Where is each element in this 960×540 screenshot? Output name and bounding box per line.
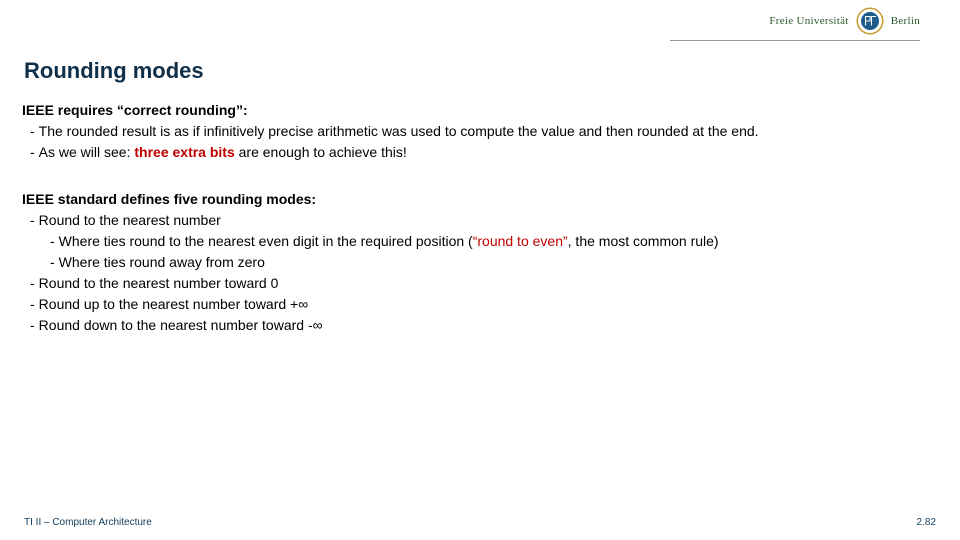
slide-title: Rounding modes bbox=[24, 58, 204, 84]
subbullet-round-to-even: - Where ties round to the nearest even d… bbox=[50, 231, 930, 252]
bullet-round-toward-zero: - Round to the nearest number toward 0 bbox=[30, 273, 930, 294]
bullet-round-nearest: - Round to the nearest number bbox=[30, 210, 930, 231]
bullet-text: Where ties round to the nearest even dig… bbox=[59, 231, 930, 252]
section1-lead: IEEE requires “correct rounding”: bbox=[22, 100, 930, 121]
bullet-extra-bits: - As we will see: three extra bits are e… bbox=[30, 142, 930, 163]
footer-course: TI II – Computer Architecture bbox=[24, 517, 152, 528]
dash-icon: - bbox=[30, 315, 35, 336]
slide-body: IEEE requires “correct rounding”: - The … bbox=[22, 100, 930, 336]
highlight-round-to-even: “round to even” bbox=[473, 233, 568, 249]
bullet-text: The rounded result is as if infinitively… bbox=[39, 121, 930, 142]
logo-text-left: Freie Universität bbox=[769, 15, 848, 27]
bullet-round-down: - Round down to the nearest number towar… bbox=[30, 315, 930, 336]
bullet-text: Round to the nearest number toward 0 bbox=[39, 273, 930, 294]
logo-text-right: Berlin bbox=[891, 15, 920, 27]
dash-icon: - bbox=[30, 142, 35, 163]
bullet-text: Where ties round away from zero bbox=[59, 252, 930, 273]
dash-icon: - bbox=[30, 294, 35, 315]
section-rounding-modes: IEEE standard defines five rounding mode… bbox=[22, 189, 930, 336]
section-correct-rounding: IEEE requires “correct rounding”: - The … bbox=[22, 100, 930, 163]
dash-icon: - bbox=[50, 252, 55, 273]
slide-footer: TI II – Computer Architecture 2.82 bbox=[24, 517, 936, 528]
university-seal-icon bbox=[855, 6, 885, 36]
bullet-text: Round to the nearest number bbox=[39, 210, 930, 231]
section2-lead: IEEE standard defines five rounding mode… bbox=[22, 189, 930, 210]
bullet-text: As we will see: three extra bits are eno… bbox=[39, 142, 930, 163]
university-logo: Freie Universität Berlin bbox=[769, 6, 920, 36]
dash-icon: - bbox=[30, 121, 35, 142]
bullet-text: Round up to the nearest number toward +∞ bbox=[39, 294, 930, 315]
highlight-three-bits: three extra bits bbox=[134, 144, 234, 160]
bullet-round-up: - Round up to the nearest number toward … bbox=[30, 294, 930, 315]
bullet-rounded-result: - The rounded result is as if infinitive… bbox=[30, 121, 930, 142]
subbullet-round-away-zero: - Where ties round away from zero bbox=[50, 252, 930, 273]
dash-icon: - bbox=[30, 273, 35, 294]
dash-icon: - bbox=[50, 231, 55, 252]
logo-divider bbox=[670, 40, 920, 41]
bullet-text: Round down to the nearest number toward … bbox=[39, 315, 930, 336]
dash-icon: - bbox=[30, 210, 35, 231]
footer-page-number: 2.82 bbox=[917, 517, 936, 528]
